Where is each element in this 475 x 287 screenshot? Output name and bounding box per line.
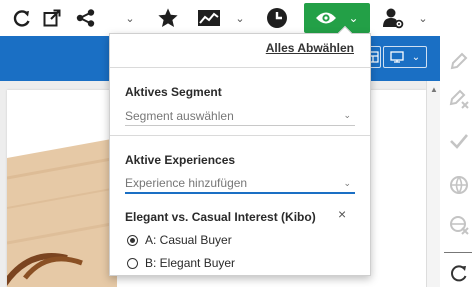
preview-toggle-button[interactable]: ⌄ [304,3,370,33]
analytics-button[interactable] [196,4,222,32]
variant-option-label: B: Elegant Buyer [145,256,236,270]
analytics-icon [198,10,220,26]
experiences-section-title: Aktive Experiences [125,153,236,167]
globe-remove-icon [450,216,469,235]
experience-name: Elegant vs. Casual Interest (Kibo) [125,210,316,224]
divider [110,135,370,136]
radio-checked-icon[interactable] [127,234,138,246]
share-button[interactable] [72,4,100,32]
schedule-button[interactable] [265,4,289,32]
experience-select[interactable]: Experience hinzufügen ⌄ [125,174,355,194]
share-dropdown[interactable]: ⌄ [123,4,137,32]
chevron-down-icon: ⌄ [125,12,135,25]
scroll-up-icon[interactable]: ▲ [430,85,438,94]
analytics-dropdown[interactable]: ⌄ [233,4,247,32]
segment-dropdown-menu: Alles Abwählen Aktives Segment Segment a… [109,25,371,276]
experience-select-placeholder: Experience hinzufügen [125,176,248,190]
variant-option-b[interactable]: B: Elegant Buyer [127,256,235,270]
chevron-down-icon: ⌄ [235,12,245,25]
eye-icon [316,12,337,24]
product-image [7,118,117,287]
panel-divider [444,252,472,253]
chevron-down-icon: ⌄ [418,12,428,25]
globe-button[interactable] [448,174,470,196]
top-toolbar: ⌄ ⌄ ⌄ ⌄ [0,0,475,36]
variant-option-label: A: Casual Buyer [145,233,232,247]
deselect-all-link[interactable]: Alles Abwählen [266,41,354,55]
segment-select-placeholder: Segment auswählen [125,108,234,123]
user-settings-button[interactable] [380,4,406,32]
refresh-preview-button[interactable] [448,262,470,284]
globe-remove-button[interactable] [448,214,470,236]
view-buttons: ⌄ [365,46,427,68]
refresh-icon [451,265,467,282]
chevron-down-icon: ⌄ [343,110,351,120]
device-view-button[interactable]: ⌄ [383,46,427,68]
clear-edit-button[interactable] [448,88,470,110]
divider [110,67,370,68]
open-external-icon [43,9,61,27]
pencil-remove-icon [449,89,469,109]
radio-unchecked-icon[interactable] [127,257,138,269]
refresh-button[interactable] [10,4,34,32]
favorite-button[interactable] [156,4,180,32]
pencil-icon [450,52,468,70]
approve-button[interactable] [448,130,470,152]
segment-section-title: Aktives Segment [125,85,222,99]
variant-option-a[interactable]: A: Casual Buyer [127,233,232,247]
refresh-icon [13,10,30,27]
user-dropdown[interactable]: ⌄ [416,4,430,32]
user-settings-icon [383,8,404,29]
edit-tool-button[interactable] [448,50,470,72]
segment-select[interactable]: Segment auswählen ⌄ [125,106,355,126]
vertical-scrollbar[interactable]: ▲ [426,81,440,287]
share-icon [76,9,95,27]
globe-icon [450,176,468,194]
star-icon [158,8,178,27]
right-tool-panel [440,36,475,287]
check-icon [450,134,468,149]
chevron-down-icon: ⌄ [411,51,421,63]
remove-experience-button[interactable]: × [338,206,346,222]
open-external-button[interactable] [40,4,64,32]
monitor-icon [390,51,404,63]
clock-icon [267,8,287,28]
chevron-down-icon: ⌄ [348,11,359,25]
chevron-down-icon: ⌄ [343,177,351,188]
